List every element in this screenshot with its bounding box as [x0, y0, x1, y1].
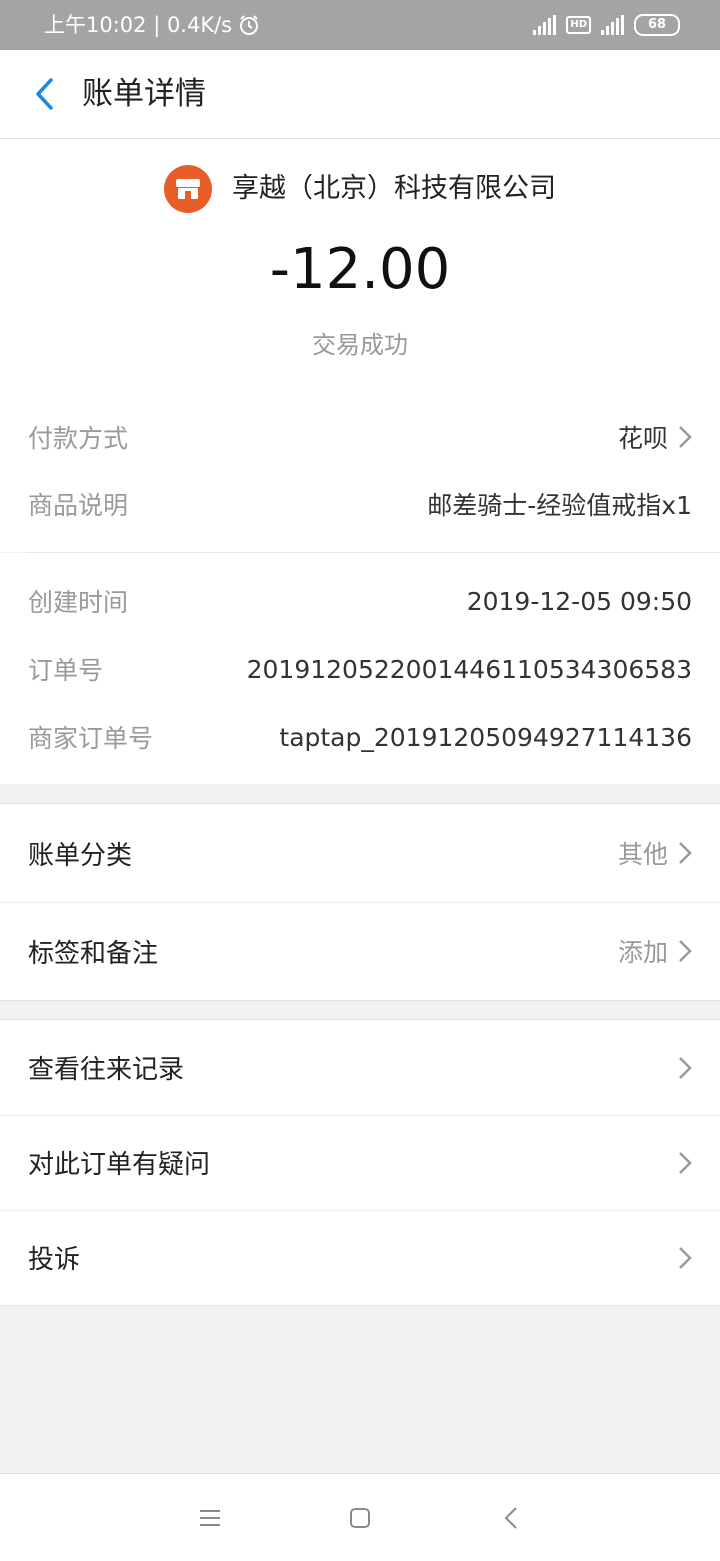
chevron-right-icon — [679, 1056, 692, 1079]
signal-4g-icon — [601, 15, 624, 35]
detail-value: 邮差骑士-经验值戒指x1 — [427, 491, 692, 520]
detail-row-order-number: 订单号 2019120522001446110534306583 — [28, 649, 692, 689]
list-item-label: 标签和备注 — [28, 938, 159, 969]
detail-value: taptap_20191205094927114136 — [279, 722, 692, 752]
home-button[interactable] — [340, 1500, 380, 1536]
list-item-right: 添加 — [618, 933, 692, 969]
status-left: 上午10:02 | 0.4K/s — [44, 10, 260, 40]
payment-method-value: 花呗 — [617, 424, 668, 453]
alarm-icon — [240, 15, 259, 35]
system-back-button[interactable] — [491, 1500, 531, 1536]
detail-value: 2019-12-05 09:50 — [466, 586, 692, 616]
detail-label: 创建时间 — [28, 588, 129, 617]
menu-icon — [200, 1510, 220, 1526]
list-item-tags-notes[interactable]: 标签和备注 添加 — [0, 902, 720, 1000]
detail-value: 花呗 — [618, 419, 692, 455]
chevron-right-icon — [679, 842, 692, 864]
hd-badge: HD — [566, 16, 591, 34]
detail-row-created-time: 创建时间 2019-12-05 09:50 — [28, 581, 692, 621]
merchant-name: 享越（北京）科技有限公司 — [232, 173, 556, 204]
details-section-top: 付款方式 花呗 商品说明 邮差骑士-经验值戒指x1 — [0, 384, 720, 552]
detail-row-product: 商品说明 邮差骑士-经验值戒指x1 — [28, 484, 692, 524]
detail-row-merchant-order-number: 商家订单号 taptap_20191205094927114136 — [28, 717, 692, 757]
status-right: HD 68 — [533, 14, 680, 36]
list-item-label: 投诉 — [28, 1245, 81, 1275]
list-item-value: 其他 — [617, 840, 668, 869]
actions-group: 查看往来记录 对此订单有疑问 投诉 — [0, 1019, 720, 1306]
detail-label: 商品说明 — [28, 491, 129, 520]
status-time: 上午10:02 | 0.4K/s — [44, 13, 233, 37]
chevron-right-icon — [679, 1246, 692, 1269]
system-nav-bar — [0, 1473, 720, 1561]
detail-value: 2019120522001446110534306583 — [246, 654, 692, 684]
list-item-label: 账单分类 — [28, 840, 133, 871]
category-group: 账单分类 其他 标签和备注 添加 — [0, 803, 720, 1001]
merchant: 享越（北京）科技有限公司 — [0, 165, 720, 213]
status-bar: 上午10:02 | 0.4K/s HD 68 — [0, 0, 720, 50]
details-section-bottom: 创建时间 2019-12-05 09:50 订单号 20191205220014… — [0, 553, 720, 784]
chevron-left-icon — [36, 78, 53, 110]
home-square-icon — [350, 1508, 370, 1528]
list-item-value: 添加 — [617, 938, 668, 967]
detail-row-payment-method[interactable]: 付款方式 花呗 — [28, 417, 692, 457]
detail-label: 付款方式 — [28, 424, 129, 453]
transaction-header: 享越（北京）科技有限公司 -12.00 交易成功 — [0, 139, 720, 384]
list-item-complaint[interactable]: 投诉 — [0, 1210, 720, 1305]
store-icon — [164, 165, 212, 213]
back-triangle-icon — [504, 1507, 517, 1529]
list-item-history[interactable]: 查看往来记录 — [0, 1020, 720, 1115]
battery-indicator: 68 — [634, 14, 680, 36]
menu-button[interactable] — [190, 1500, 230, 1536]
list-item-label: 对此订单有疑问 — [28, 1150, 211, 1180]
list-item-bill-category[interactable]: 账单分类 其他 — [0, 804, 720, 902]
nav-bar: 账单详情 — [0, 50, 720, 139]
page-title: 账单详情 — [82, 76, 206, 112]
list-item-order-question[interactable]: 对此订单有疑问 — [0, 1115, 720, 1210]
list-item-label: 查看往来记录 — [28, 1055, 185, 1085]
chevron-right-icon — [679, 426, 692, 448]
transaction-status: 交易成功 — [312, 331, 408, 359]
back-button[interactable] — [24, 74, 64, 114]
detail-label: 订单号 — [28, 656, 104, 685]
signal-icon — [533, 15, 557, 35]
chevron-right-icon — [679, 940, 692, 962]
detail-label: 商家订单号 — [28, 724, 154, 753]
amount: -12.00 — [269, 237, 451, 302]
list-item-right: 其他 — [618, 835, 692, 871]
chevron-right-icon — [679, 1151, 692, 1174]
